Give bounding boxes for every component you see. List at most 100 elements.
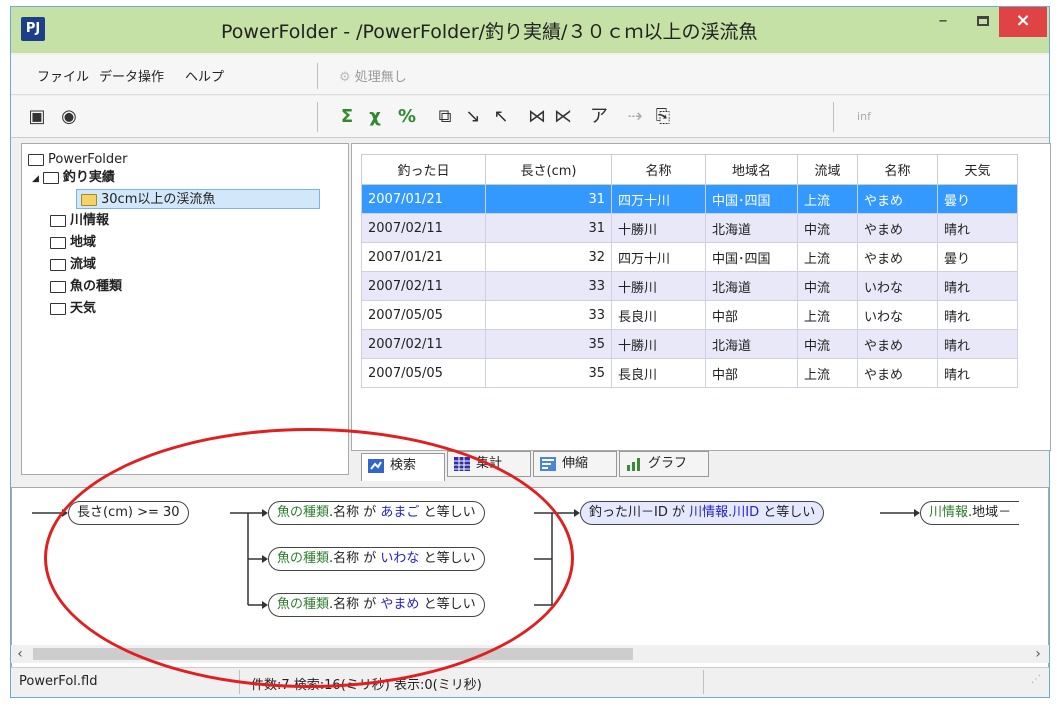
tree-item-region[interactable]: 地域 <box>50 233 96 253</box>
separator <box>317 63 318 89</box>
sort-asc-icon[interactable]: ↘ <box>461 105 485 129</box>
join-operator: と等しい <box>759 505 816 520</box>
tree-item-30cm-query[interactable]: 30cm以上の渓流魚 <box>76 189 320 209</box>
table-row[interactable]: 2007/05/05 33 長良川 中部 上流 いわな 晴れ <box>361 300 1018 330</box>
filter-clear-icon[interactable]: ⋉ <box>551 105 575 129</box>
cell-length: 35 <box>485 329 612 359</box>
maximize-button[interactable] <box>963 7 1003 37</box>
cell-fish: やまめ <box>857 242 938 272</box>
tree-item-river-info[interactable]: 川情報 <box>50 211 109 231</box>
menu-file[interactable]: ファイル <box>37 66 89 85</box>
table-row[interactable]: 2007/05/05 35 長良川 中部 上流 やまめ 晴れ <box>361 358 1018 388</box>
filter-icon[interactable]: ⋈ <box>525 105 549 129</box>
table-header-row: 釣った日 長さ(cm) 名称 地域名 流域 名称 天気 <box>361 154 1018 185</box>
separator <box>703 670 704 694</box>
cell-basin: 上流 <box>797 300 858 330</box>
sum-cancel-icon[interactable]: χ <box>363 105 387 129</box>
tab-stretch[interactable]: 伸縮 <box>533 451 617 477</box>
tree-root[interactable]: PowerFolder <box>28 150 127 170</box>
tree-item-fishing-records[interactable]: ◢ 釣り実績 <box>32 168 115 188</box>
cell-river: 十勝川 <box>611 329 706 359</box>
folder-icon <box>28 153 44 166</box>
tree-label: 天気 <box>70 301 97 316</box>
cell-basin: 中流 <box>797 271 858 301</box>
separator <box>833 102 834 132</box>
tree-item-basin[interactable]: 流域 <box>50 255 96 275</box>
expanded-arrow-icon: ◢ <box>32 174 39 184</box>
join-left: 釣った川－ID が <box>589 505 690 520</box>
condition-join-river[interactable]: 釣った川－ID が 川情報.川ID と等しい <box>580 501 825 525</box>
cell-length: 31 <box>485 213 612 243</box>
tree-label: 釣り実績 <box>62 170 115 185</box>
scroll-right-icon[interactable]: › <box>1029 645 1047 663</box>
cell-river: 十勝川 <box>611 271 706 301</box>
cell-date: 2007/05/05 <box>361 300 486 330</box>
maximize-icon <box>977 16 989 26</box>
cell-weather: 晴れ <box>937 213 1018 243</box>
tree-item-fish-type[interactable]: 魚の種類 <box>50 277 122 297</box>
toolbar: ▣ ◉ Σ χ % ⧉ ↘ ↖ ⋈ ⋉ ア ⇢ ⎘ inf <box>11 96 1049 138</box>
table-row[interactable]: 2007/02/11 35 十勝川 北海道 中流 やまめ 晴れ <box>361 329 1018 359</box>
cell-fish: やまめ <box>857 184 938 214</box>
table-row[interactable]: 2007/01/21 32 四万十川 中国･四国 上流 やまめ 曇り <box>361 242 1018 272</box>
menu-data-ops[interactable]: データ操作 <box>99 66 164 85</box>
cell-length: 35 <box>485 358 612 388</box>
tree-label: 魚の種類 <box>70 279 123 294</box>
tab-label: グラフ <box>648 456 688 471</box>
resize-grip-icon[interactable]: ⋰ <box>1031 674 1041 685</box>
cell-river: 長良川 <box>611 300 706 330</box>
minimize-button[interactable]: – <box>923 7 963 37</box>
image-icon[interactable]: ▣ <box>25 105 49 129</box>
cell-fish: やまめ <box>857 213 938 243</box>
info-button[interactable]: inf <box>849 105 879 129</box>
cell-region: 北海道 <box>705 213 798 243</box>
tree-label: 30cm以上の渓流魚 <box>101 192 216 207</box>
folder-tree: PowerFolder ◢ 釣り実績 30cm以上の渓流魚 川情報 地域 流域 魚… <box>21 143 349 475</box>
menu-help[interactable]: ヘルプ <box>185 66 224 85</box>
window-title: PowerFolder - /PowerFolder/釣り実績/３０ｃｍ以上の渓… <box>221 21 758 43</box>
table-row[interactable]: 2007/01/21 31 四万十川 中国･四国 上流 やまめ 曇り <box>361 184 1018 214</box>
table-row[interactable]: 2007/02/11 31 十勝川 北海道 中流 やまめ 晴れ <box>361 213 1018 243</box>
status-bar: PowerFol.fld 件数:7 検索:16(ミリ秒) 表示:0(ミリ秒) ⋰ <box>11 667 1049 697</box>
menu-bar: ファイル データ操作 ヘルプ ⚙ 処理無し <box>11 55 1049 95</box>
title-bar[interactable]: PJ PowerFolder - /PowerFolder/釣り実績/３０ｃｍ以… <box>11 7 1049 53</box>
query-folder-icon <box>81 193 97 206</box>
export-icon[interactable]: ⎘ <box>651 105 675 129</box>
cell-date: 2007/05/05 <box>361 358 486 388</box>
column-header[interactable]: 長さ(cm) <box>485 154 612 185</box>
sum-icon[interactable]: Σ <box>335 105 359 129</box>
tree-item-weather[interactable]: 天気 <box>50 299 96 319</box>
processing-icon: ⚙ <box>339 70 351 85</box>
cell-date: 2007/02/11 <box>361 271 486 301</box>
scroll-left-icon[interactable]: ‹ <box>11 645 29 663</box>
tree-label: PowerFolder <box>48 152 128 167</box>
folder-icon <box>42 171 59 184</box>
column-header[interactable]: 名称 <box>611 154 706 185</box>
column-header[interactable]: 名称 <box>857 154 938 185</box>
cell-date: 2007/01/21 <box>361 242 486 272</box>
eye-icon[interactable]: ◉ <box>57 105 81 129</box>
app-icon: PJ <box>21 17 45 41</box>
cell-region: 中部 <box>705 300 798 330</box>
forward-icon[interactable]: ⇢ <box>623 105 647 129</box>
cell-basin: 上流 <box>797 184 858 214</box>
sort-desc-icon[interactable]: ↖ <box>489 105 513 129</box>
cell-river: 四万十川 <box>611 184 706 214</box>
percent-icon[interactable]: % <box>395 105 419 129</box>
tab-graph[interactable]: グラフ <box>619 451 709 477</box>
results-table: 釣った日 長さ(cm) 名称 地域名 流域 名称 天気 2007/01/21 3… <box>361 154 1018 388</box>
tab-label: 伸縮 <box>562 456 589 471</box>
column-header[interactable]: 流域 <box>797 154 858 185</box>
cell-weather: 晴れ <box>937 300 1018 330</box>
data-grid: 釣った日 長さ(cm) 名称 地域名 流域 名称 天気 2007/01/21 3… <box>351 143 1051 451</box>
copy-icon[interactable]: ⧉ <box>433 105 457 129</box>
close-button[interactable]: × <box>999 7 1047 37</box>
text-icon[interactable]: ア <box>587 105 611 129</box>
column-header[interactable]: 地域名 <box>705 154 798 185</box>
column-header[interactable]: 天気 <box>937 154 1018 185</box>
table-row[interactable]: 2007/02/11 33 十勝川 北海道 中流 いわな 晴れ <box>361 271 1018 301</box>
column-header[interactable]: 釣った日 <box>361 154 486 185</box>
cell-fish: いわな <box>857 271 938 301</box>
stretch-tab-icon <box>540 457 556 471</box>
condition-region[interactable]: 川情報.地域－ <box>920 501 1020 525</box>
